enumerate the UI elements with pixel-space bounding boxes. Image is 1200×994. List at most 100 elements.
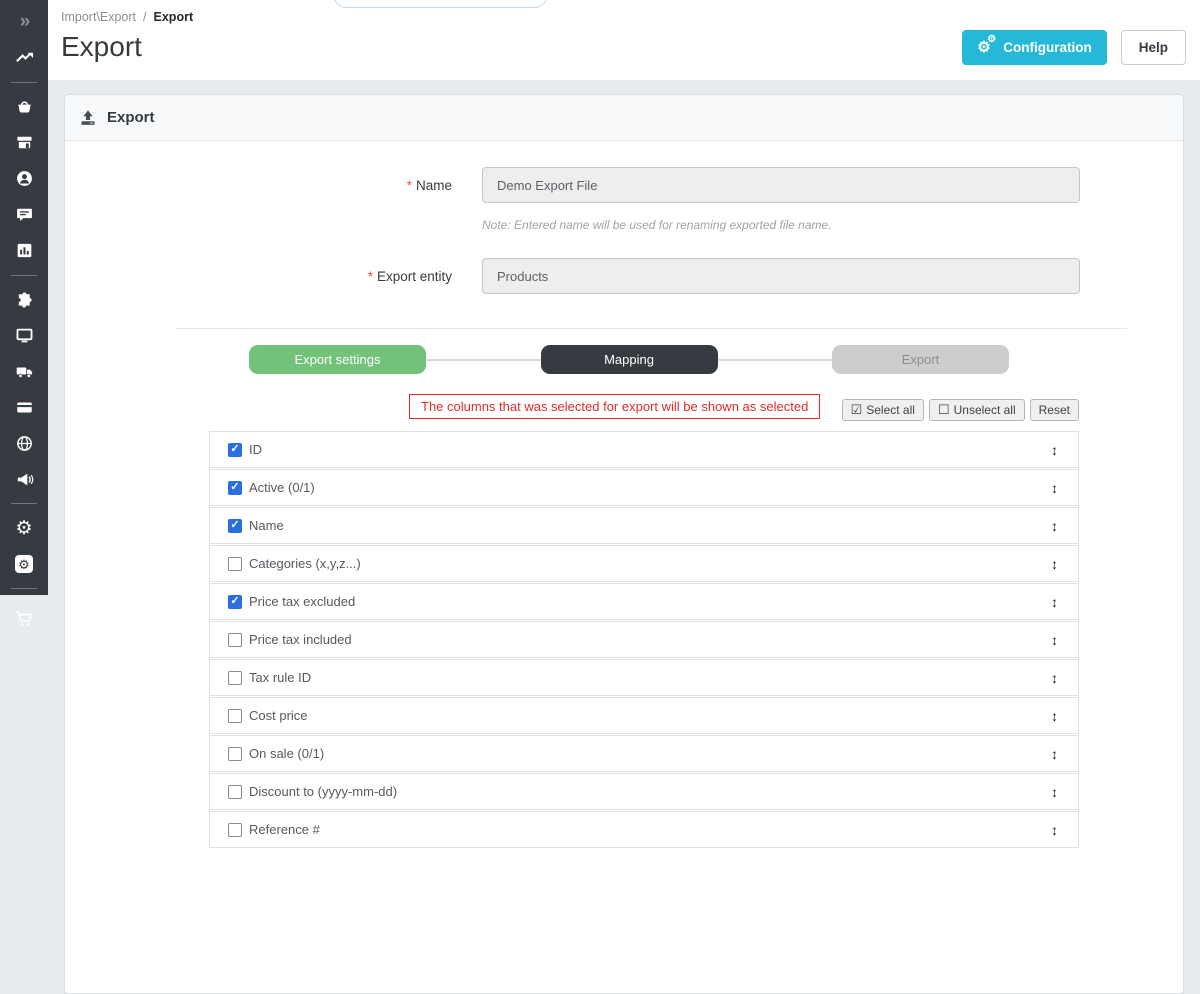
drag-handle-icon[interactable] xyxy=(1051,670,1058,686)
select-all-button[interactable]: Select all xyxy=(841,399,924,421)
sidebar-item-cart-faded[interactable] xyxy=(0,609,48,629)
column-row: ID xyxy=(209,431,1079,468)
gear-settings-icon: ⚙ xyxy=(15,517,33,539)
step-mapping[interactable]: Mapping xyxy=(540,345,718,374)
name-note-row: Note: Entered name will be used for rena… xyxy=(65,209,1183,232)
column-checkbox[interactable] xyxy=(228,708,242,723)
selection-buttons: Select all Unselect all Reset xyxy=(841,399,1079,421)
step-export-settings[interactable]: Export settings xyxy=(249,345,426,374)
sidebar-item-international[interactable] xyxy=(0,425,48,461)
sidebar-item-stats[interactable] xyxy=(0,233,48,269)
upload-icon xyxy=(81,109,95,125)
reset-button[interactable]: Reset xyxy=(1029,399,1079,421)
sidebar-item-customer-service[interactable] xyxy=(0,197,48,233)
help-button[interactable]: Help xyxy=(1120,30,1186,65)
trending-up-icon xyxy=(15,53,33,63)
step-connector xyxy=(717,358,832,361)
drag-handle-icon[interactable] xyxy=(1051,746,1058,762)
sidebar-item-marketing[interactable] xyxy=(0,461,48,497)
panel-title: Export xyxy=(107,109,155,126)
column-row: Name xyxy=(209,507,1079,544)
shopping-cart-icon xyxy=(16,611,33,627)
puzzle-module-icon xyxy=(18,292,32,308)
name-label-text: Name xyxy=(415,177,452,193)
unchecked-box-icon xyxy=(938,403,950,417)
configuration-button[interactable]: Configuration xyxy=(962,30,1107,65)
entity-label-text: Export entity xyxy=(376,268,452,284)
delivery-truck-icon xyxy=(16,367,32,378)
sidebar-item-modules[interactable] xyxy=(0,282,48,318)
sidebar-item-orders[interactable] xyxy=(0,89,48,125)
search-bar-partial[interactable] xyxy=(333,0,548,8)
step-export[interactable]: Export xyxy=(832,345,1009,374)
export-entity-input[interactable] xyxy=(482,258,1080,294)
columns-list: ID Active (0/1) Name Categories (x,y,z..… xyxy=(209,431,1079,848)
drag-handle-icon[interactable] xyxy=(1051,822,1058,838)
entity-field-row: * Export entity xyxy=(65,258,1183,294)
sidebar-collapse-button[interactable]: » xyxy=(0,4,48,40)
export-stepper: Export settings Mapping Export xyxy=(249,345,1009,374)
breadcrumb-section[interactable]: Import\Export xyxy=(61,10,136,24)
content-area: Export *Name Note: Entered name will be … xyxy=(48,80,1200,994)
column-checkbox[interactable] xyxy=(228,556,242,571)
sidebar-divider xyxy=(11,274,37,276)
sidebar-item-shop-parameters[interactable]: ⚙ xyxy=(0,510,48,546)
breadcrumb-current: Export xyxy=(153,10,194,24)
sidebar-divider xyxy=(11,503,37,505)
sidebar-item-customers[interactable] xyxy=(0,161,48,197)
drag-handle-icon[interactable] xyxy=(1051,442,1058,458)
drag-handle-icon[interactable] xyxy=(1051,480,1058,496)
column-checkbox[interactable] xyxy=(228,632,242,647)
main-navigation-sidebar: » ⚙ ⚙ xyxy=(0,0,48,595)
step-label: Export xyxy=(901,352,940,367)
column-row: Active (0/1) xyxy=(209,469,1079,506)
monitor-design-icon xyxy=(16,328,32,343)
breadcrumb: Import\Export / Export xyxy=(61,10,1200,24)
sidebar-item-shipping[interactable] xyxy=(0,353,48,389)
drag-handle-icon[interactable] xyxy=(1051,708,1058,724)
left-column: » ⚙ ⚙ xyxy=(0,0,48,843)
unselect-all-label: Unselect all xyxy=(953,403,1016,417)
drag-handle-icon[interactable] xyxy=(1051,784,1058,800)
column-checkbox[interactable] xyxy=(228,480,242,495)
sidebar-item-catalog[interactable] xyxy=(0,125,48,161)
column-label: Price tax excluded xyxy=(249,594,356,609)
gears-icon xyxy=(977,34,996,56)
column-row: Discount to (yyyy-mm-dd) xyxy=(209,773,1079,810)
drag-handle-icon[interactable] xyxy=(1051,632,1058,648)
sidebar-divider xyxy=(11,588,37,590)
column-checkbox[interactable] xyxy=(228,670,242,685)
step-label: Mapping xyxy=(604,352,654,367)
reset-label: Reset xyxy=(1038,403,1070,417)
sidebar-item-dashboard[interactable] xyxy=(0,40,48,76)
sidebar-divider xyxy=(11,81,37,83)
column-row: Price tax excluded xyxy=(209,583,1079,620)
drag-handle-icon[interactable] xyxy=(1051,518,1058,534)
name-field-note: Note: Entered name will be used for rena… xyxy=(482,218,832,232)
column-row: On sale (0/1) xyxy=(209,735,1079,772)
sidebar-item-advanced-parameters[interactable]: ⚙ xyxy=(0,546,48,582)
column-checkbox[interactable] xyxy=(228,822,242,837)
column-label: On sale (0/1) xyxy=(249,746,325,761)
export-name-input[interactable] xyxy=(482,167,1080,203)
sidebar-item-design[interactable] xyxy=(0,318,48,354)
column-checkbox[interactable] xyxy=(228,518,242,533)
column-label: Discount to (yyyy-mm-dd) xyxy=(249,784,398,799)
section-divider xyxy=(176,328,1127,329)
unselect-all-button[interactable]: Unselect all xyxy=(928,399,1025,421)
drag-handle-icon[interactable] xyxy=(1051,556,1058,572)
column-checkbox[interactable] xyxy=(228,594,242,609)
select-all-label: Select all xyxy=(866,403,915,417)
drag-handle-icon[interactable] xyxy=(1051,594,1058,610)
sidebar-item-payment[interactable] xyxy=(0,389,48,425)
column-row: Categories (x,y,z...) xyxy=(209,545,1079,582)
column-checkbox[interactable] xyxy=(228,442,242,457)
export-form: *Name Note: Entered name will be used fo… xyxy=(65,141,1183,294)
column-checkbox[interactable] xyxy=(228,784,242,799)
double-chevron-right-icon: » xyxy=(19,11,30,33)
mapping-notice: The columns that was selected for export… xyxy=(409,394,821,419)
column-checkbox[interactable] xyxy=(228,746,242,761)
app-root: » ⚙ ⚙ Import\Export / Export Export ⚙ ⚙ … xyxy=(0,0,1200,994)
shopping-basket-icon xyxy=(17,101,31,113)
step-connector xyxy=(426,358,541,361)
